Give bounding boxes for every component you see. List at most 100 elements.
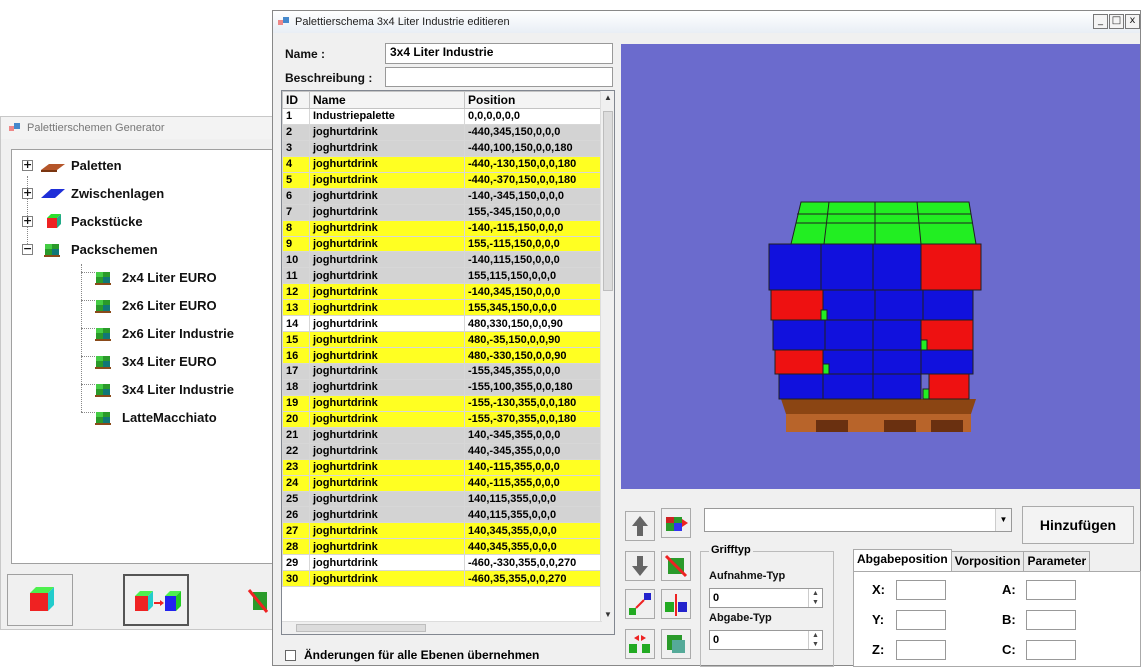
- id-cell[interactable]: 15: [282, 331, 310, 349]
- name-cell[interactable]: joghurtdrink: [309, 251, 465, 269]
- name-cell[interactable]: joghurtdrink: [309, 474, 465, 492]
- position-cell[interactable]: -440,345,150,0,0,0: [464, 123, 609, 141]
- id-cell[interactable]: 6: [282, 187, 310, 205]
- scroll-thumb[interactable]: [296, 624, 426, 632]
- id-cell[interactable]: 10: [282, 251, 310, 269]
- table-row[interactable]: 18 joghurtdrink -155,100,355,0,0,180: [282, 378, 609, 396]
- position-cell[interactable]: -140,115,150,0,0,0: [464, 251, 609, 269]
- place-type-stepper[interactable]: 0 ▲ ▼: [709, 630, 823, 650]
- pick-type-stepper[interactable]: 0 ▲ ▼: [709, 588, 823, 608]
- table-row[interactable]: 1 Industriepalette 0,0,0,0,0,0: [282, 108, 609, 125]
- id-cell[interactable]: 21: [282, 426, 310, 444]
- table-row[interactable]: 28 joghurtdrink 440,345,355,0,0,0: [282, 538, 609, 556]
- collapse-icon[interactable]: −: [22, 243, 33, 255]
- id-cell[interactable]: 19: [282, 394, 310, 412]
- id-cell[interactable]: 17: [282, 363, 310, 380]
- position-cell[interactable]: -140,345,150,0,0,0: [464, 283, 609, 301]
- position-cell[interactable]: 440,-345,355,0,0,0: [464, 442, 609, 460]
- position-cell[interactable]: -155,-370,355,0,0,180: [464, 410, 609, 428]
- table-row[interactable]: 7 joghurtdrink 155,-345,150,0,0,0: [282, 203, 609, 221]
- table-row[interactable]: 4 joghurtdrink -440,-130,150,0,0,180: [282, 155, 609, 173]
- expand-icon[interactable]: +: [22, 187, 33, 199]
- position-cell[interactable]: 140,115,355,0,0,0: [464, 490, 609, 508]
- swap-button[interactable]: [625, 629, 655, 659]
- table-row[interactable]: 22 joghurtdrink 440,-345,355,0,0,0: [282, 442, 609, 460]
- move-up-button[interactable]: [625, 511, 655, 541]
- tree-item-scheme[interactable]: 2x4 Liter EURO: [90, 266, 217, 288]
- table-row[interactable]: 17 joghurtdrink -155,345,355,0,0,0: [282, 363, 609, 380]
- table-row[interactable]: 26 joghurtdrink 440,115,355,0,0,0: [282, 506, 609, 524]
- a-field[interactable]: [1026, 580, 1076, 600]
- position-cell[interactable]: 155,-345,150,0,0,0: [464, 203, 609, 221]
- id-cell[interactable]: 26: [282, 506, 310, 524]
- tree-item-scheme[interactable]: 3x4 Liter Industrie: [90, 378, 234, 400]
- position-cell[interactable]: 140,-345,355,0,0,0: [464, 426, 609, 444]
- checkbox-box[interactable]: [285, 649, 296, 661]
- position-cell[interactable]: -155,345,355,0,0,0: [464, 363, 609, 380]
- id-cell[interactable]: 25: [282, 490, 310, 508]
- table-row[interactable]: 30 joghurtdrink -460,35,355,0,0,270: [282, 570, 609, 588]
- new-package-button[interactable]: [7, 574, 73, 626]
- table-row[interactable]: 14 joghurtdrink 480,330,150,0,0,90: [282, 315, 609, 333]
- position-cell[interactable]: 480,-35,150,0,0,90: [464, 331, 609, 349]
- pallet-3d-view[interactable]: [621, 44, 1140, 489]
- id-cell[interactable]: 20: [282, 410, 310, 428]
- position-cell[interactable]: -140,-115,150,0,0,0: [464, 219, 609, 237]
- position-cell[interactable]: -140,-345,150,0,0,0: [464, 187, 609, 205]
- y-field[interactable]: [896, 610, 946, 630]
- grid-horizontal-scrollbar[interactable]: [282, 621, 602, 634]
- column-header-position[interactable]: Position: [464, 91, 609, 109]
- table-row[interactable]: 19 joghurtdrink -155,-130,355,0,0,180: [282, 394, 609, 412]
- name-cell[interactable]: joghurtdrink: [309, 123, 465, 141]
- name-cell[interactable]: joghurtdrink: [309, 394, 465, 412]
- tab-abgabeposition[interactable]: Abgabeposition: [853, 549, 952, 571]
- name-cell[interactable]: joghurtdrink: [309, 299, 465, 317]
- name-cell[interactable]: joghurtdrink: [309, 522, 465, 540]
- table-row[interactable]: 27 joghurtdrink 140,345,355,0,0,0: [282, 522, 609, 540]
- name-cell[interactable]: joghurtdrink: [309, 331, 465, 349]
- apply-all-layers-checkbox[interactable]: Änderungen für alle Ebenen übernehmen: [285, 648, 539, 662]
- position-cell[interactable]: 480,330,150,0,0,90: [464, 315, 609, 333]
- position-cell[interactable]: -155,-130,355,0,0,180: [464, 394, 609, 412]
- name-cell[interactable]: joghurtdrink: [309, 315, 465, 333]
- b-field[interactable]: [1026, 610, 1076, 630]
- positions-grid[interactable]: ID Name Position 1 Industriepalette 0,0,0,…: [281, 90, 615, 635]
- id-cell[interactable]: 7: [282, 203, 310, 221]
- name-cell[interactable]: joghurtdrink: [309, 155, 465, 173]
- delete-package-icon[interactable]: [245, 586, 269, 616]
- tree-item-scheme[interactable]: LatteMacchiato: [90, 406, 217, 428]
- id-cell[interactable]: 14: [282, 315, 310, 333]
- id-cell[interactable]: 18: [282, 378, 310, 396]
- column-header-id[interactable]: ID: [282, 91, 310, 109]
- copy-layer-button[interactable]: [661, 629, 691, 659]
- name-cell[interactable]: joghurtdrink: [309, 538, 465, 556]
- name-cell[interactable]: joghurtdrink: [309, 554, 465, 572]
- table-row[interactable]: 8 joghurtdrink -140,-115,150,0,0,0: [282, 219, 609, 237]
- package-select[interactable]: ▼: [704, 508, 1012, 532]
- position-cell[interactable]: -460,35,355,0,0,270: [464, 570, 609, 588]
- maximize-button[interactable]: □: [1109, 14, 1124, 29]
- position-cell[interactable]: -440,-130,150,0,0,180: [464, 155, 609, 173]
- id-cell[interactable]: 5: [282, 171, 310, 189]
- name-cell[interactable]: joghurtdrink: [309, 235, 465, 253]
- chevron-down-icon[interactable]: ▼: [995, 509, 1011, 531]
- description-field[interactable]: [385, 67, 613, 87]
- add-to-scheme-button[interactable]: [123, 574, 189, 626]
- id-cell[interactable]: 1: [282, 108, 310, 125]
- table-row[interactable]: 2 joghurtdrink -440,345,150,0,0,0: [282, 123, 609, 141]
- name-cell[interactable]: joghurtdrink: [309, 267, 465, 285]
- name-cell[interactable]: joghurtdrink: [309, 363, 465, 380]
- table-row[interactable]: 24 joghurtdrink 440,-115,355,0,0,0: [282, 474, 609, 492]
- id-cell[interactable]: 4: [282, 155, 310, 173]
- name-cell[interactable]: joghurtdrink: [309, 347, 465, 364]
- position-cell[interactable]: 140,-115,355,0,0,0: [464, 458, 609, 476]
- table-row[interactable]: 23 joghurtdrink 140,-115,355,0,0,0: [282, 458, 609, 476]
- name-cell[interactable]: Industriepalette: [309, 108, 465, 125]
- name-cell[interactable]: joghurtdrink: [309, 570, 465, 588]
- name-cell[interactable]: joghurtdrink: [309, 506, 465, 524]
- id-cell[interactable]: 23: [282, 458, 310, 476]
- table-row[interactable]: 3 joghurtdrink -440,100,150,0,0,180: [282, 139, 609, 157]
- z-field[interactable]: [896, 640, 946, 660]
- table-row[interactable]: 16 joghurtdrink 480,-330,150,0,0,90: [282, 347, 609, 364]
- tree-node-zwischenlagen[interactable]: + Zwischenlagen: [22, 182, 164, 204]
